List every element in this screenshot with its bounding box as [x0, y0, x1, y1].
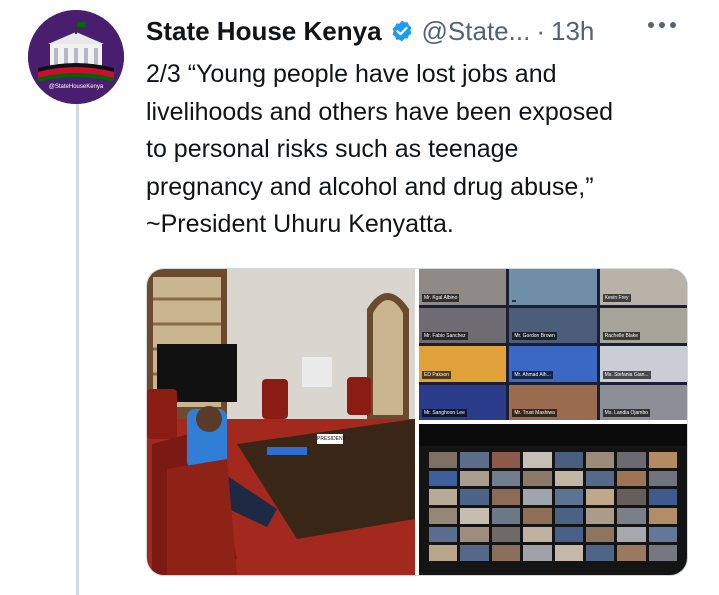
participant-label: Rachelle Blake: [602, 332, 641, 340]
photo-video-call-grid[interactable]: Mr. Kgal Albino Kevin Frey Mr. Fabio San…: [419, 269, 687, 420]
tweet-line: 2/3 “Young people have lost jobs and: [146, 60, 557, 88]
verified-badge-icon: [390, 19, 414, 43]
participant-label: Mr. Kgal Albino: [422, 293, 460, 302]
participant-label: Mr. Ahmad Alh...: [512, 370, 553, 379]
tweet-header: State House Kenya @State... · 13h: [146, 14, 594, 48]
participant-label: Kevin Frey: [602, 293, 631, 302]
media-grid: PRESIDENT Mr. Kgal Albino Kevin Frey Mr.…: [146, 268, 688, 576]
thread-line: [76, 104, 79, 595]
participant-label: Mr. Sanghoon Lee: [422, 409, 467, 417]
avatar-caption: @StateHouseKenya: [48, 84, 104, 90]
avatar[interactable]: @StateHouseKenya: [28, 10, 124, 104]
photo-conference-screen[interactable]: [419, 424, 687, 575]
participant-label: [512, 299, 517, 302]
participant-label: Ms. Landia Ojambo: [602, 409, 651, 417]
more-dots-icon[interactable]: [648, 22, 676, 28]
tweet-line: pregnancy and alcohol and drug abuse,”: [146, 172, 594, 201]
participant-label: Mr. Gordon Brown: [512, 332, 557, 340]
tweet-text: 2/3 “Young people have lost jobs and liv…: [146, 56, 711, 244]
participant-label: Mr. Trust Mashiwa: [512, 409, 557, 417]
separator-dot: ·: [536, 15, 545, 46]
nameplate: PRESIDENT: [317, 436, 346, 442]
timestamp[interactable]: 13h: [551, 16, 594, 47]
display-name[interactable]: State House Kenya: [146, 16, 382, 47]
participant-label: ED Pakson: [422, 370, 452, 379]
participant-label: Ms. Stefania Gian...: [602, 370, 651, 379]
participant-wall: [429, 452, 677, 561]
participant-label: Mr. Fabio Sanchez: [422, 332, 468, 340]
photo-president-office[interactable]: PRESIDENT: [147, 269, 415, 575]
handle[interactable]: @State...: [422, 16, 531, 47]
tweet-line: ~President Uhuru Kenyatta.: [146, 210, 454, 238]
tweet-line: to personal risks such as teenage: [146, 135, 519, 163]
tweet-line: livelihoods and others have been exposed: [146, 97, 614, 126]
